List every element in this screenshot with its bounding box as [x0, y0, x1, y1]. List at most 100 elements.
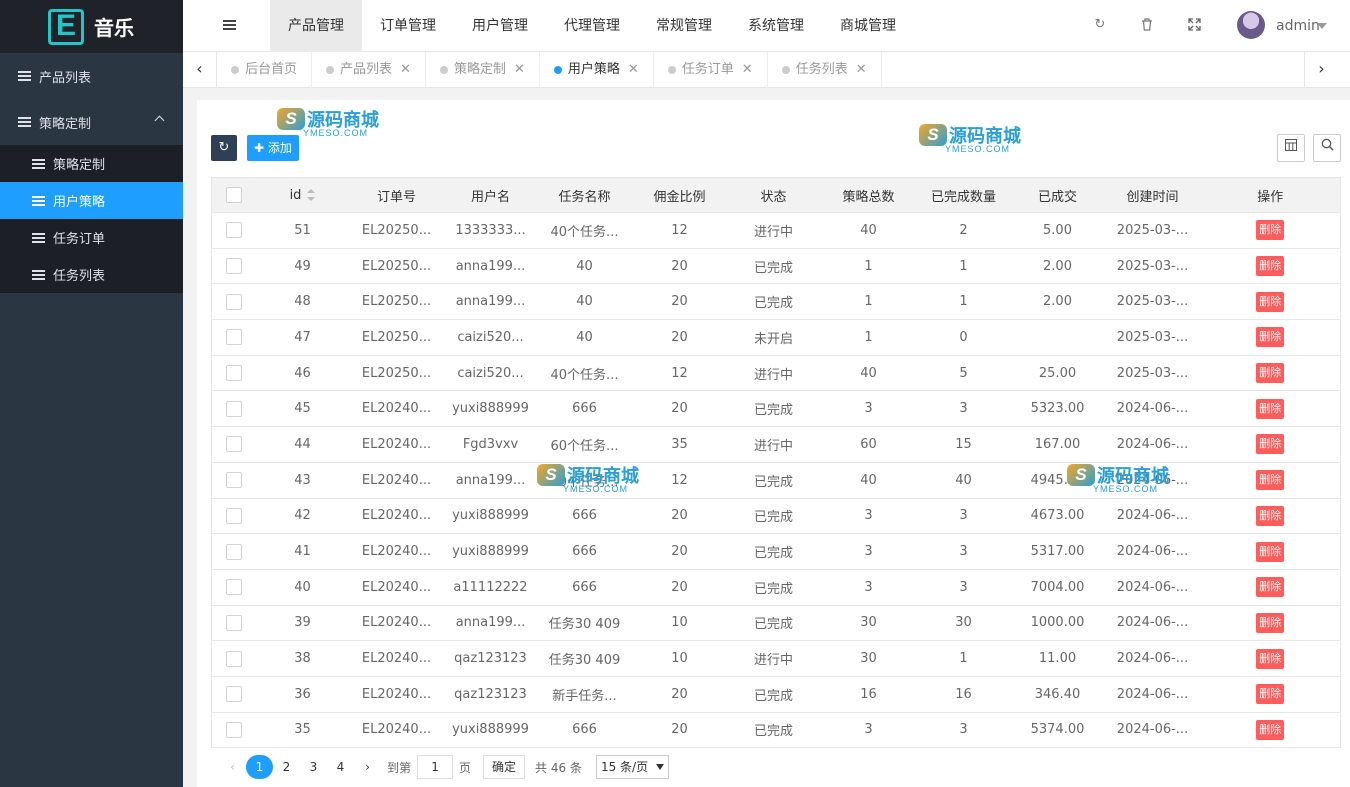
- close-icon[interactable]: ✕: [400, 52, 411, 88]
- top-nav-item[interactable]: 订单管理: [362, 0, 454, 52]
- user-name[interactable]: admin: [1276, 18, 1320, 34]
- table-cell: 16: [820, 676, 917, 713]
- table-cell: 167.00: [1010, 426, 1105, 463]
- table-cell: 2024-06-...: [1104, 533, 1201, 570]
- row-checkbox[interactable]: [226, 329, 243, 346]
- close-icon[interactable]: ✕: [742, 52, 753, 88]
- top-nav-item[interactable]: 代理管理: [546, 0, 638, 52]
- sidebar-item-product-list[interactable]: 产品列表: [0, 53, 183, 99]
- fullscreen-icon[interactable]: [1187, 18, 1201, 32]
- delete-button[interactable]: 删除: [1256, 434, 1285, 455]
- table-cell: EL20250...: [348, 319, 445, 356]
- per-page-select[interactable]: 15 条/页: [595, 755, 670, 779]
- tab-task-orders[interactable]: 任务订单 ✕: [654, 52, 768, 88]
- delete-button[interactable]: 删除: [1256, 541, 1285, 562]
- table-cell: 任务30 409: [536, 640, 633, 677]
- table-cell: 已完成: [726, 533, 821, 570]
- close-icon[interactable]: ✕: [514, 52, 525, 88]
- actions-cell: 删除: [1200, 712, 1341, 749]
- row-checkbox[interactable]: [226, 543, 243, 560]
- row-checkbox[interactable]: [226, 686, 243, 703]
- menu-toggle-icon[interactable]: [223, 20, 236, 22]
- top-nav-item[interactable]: 系统管理: [730, 0, 822, 52]
- column-header: 创建时间: [1104, 177, 1201, 213]
- row-checkbox[interactable]: [226, 258, 243, 275]
- delete-button[interactable]: 删除: [1256, 327, 1285, 348]
- tabs-scroll-left-icon[interactable]: ‹: [183, 52, 217, 88]
- delete-button[interactable]: 删除: [1256, 648, 1285, 669]
- sidebar-item-strategy[interactable]: 策略定制: [0, 99, 183, 145]
- refresh-button[interactable]: ↻: [211, 135, 237, 161]
- row-select-cell: [211, 605, 257, 642]
- table-cell: 2025-03-...: [1104, 248, 1201, 285]
- user-avatar[interactable]: [1237, 11, 1265, 39]
- prev-page-icon[interactable]: ‹: [219, 755, 246, 779]
- row-checkbox[interactable]: [226, 472, 243, 489]
- delete-button[interactable]: 删除: [1256, 612, 1285, 633]
- sidebar-subitem-user-strategy[interactable]: 用户策略: [0, 182, 183, 219]
- add-button[interactable]: ✚ 添加: [247, 135, 299, 161]
- row-checkbox[interactable]: [226, 579, 243, 596]
- table-cell: 60: [820, 426, 917, 463]
- delete-button[interactable]: 删除: [1256, 684, 1285, 705]
- delete-button[interactable]: 删除: [1256, 256, 1285, 277]
- refresh-icon[interactable]: ↻: [1093, 18, 1107, 32]
- row-checkbox[interactable]: [226, 436, 243, 453]
- goto-page-input[interactable]: 1: [417, 755, 454, 779]
- tab-product-list[interactable]: 产品列表 ✕: [312, 52, 426, 88]
- delete-button[interactable]: 删除: [1256, 505, 1285, 526]
- search-icon[interactable]: [1313, 134, 1341, 162]
- goto-confirm-button[interactable]: 确定: [483, 755, 526, 779]
- page-link[interactable]: 3: [300, 755, 327, 779]
- sidebar-subitem-strategy-custom[interactable]: 策略定制: [0, 145, 183, 182]
- row-checkbox[interactable]: [226, 721, 243, 738]
- delete-button[interactable]: 删除: [1256, 291, 1285, 312]
- table-cell: EL20250...: [348, 283, 445, 321]
- tabs-scroll-right-icon[interactable]: ›: [1304, 52, 1338, 88]
- tab-user-strategy[interactable]: 用户策略 ✕: [540, 52, 654, 88]
- sidebar-item-label: 策略定制: [39, 116, 92, 132]
- tab-task-list[interactable]: 任务列表 ✕: [768, 52, 882, 88]
- columns-icon[interactable]: [1277, 134, 1305, 162]
- next-page-icon[interactable]: ›: [354, 755, 381, 779]
- sidebar-subitem-task-orders[interactable]: 任务订单: [0, 219, 183, 256]
- row-checkbox[interactable]: [226, 365, 243, 382]
- delete-button[interactable]: 删除: [1256, 577, 1285, 598]
- column-header: 订单号: [348, 177, 445, 213]
- row-checkbox[interactable]: [226, 293, 243, 310]
- page-link[interactable]: 1: [246, 755, 273, 779]
- delete-button[interactable]: 删除: [1256, 470, 1285, 491]
- page-link[interactable]: 4: [327, 755, 354, 779]
- row-checkbox[interactable]: [226, 400, 243, 417]
- column-header-id[interactable]: id: [256, 177, 349, 213]
- table-cell: 1: [916, 640, 1011, 677]
- row-checkbox[interactable]: [226, 650, 243, 667]
- row-checkbox[interactable]: [226, 614, 243, 631]
- close-icon[interactable]: ✕: [628, 52, 639, 88]
- delete-button[interactable]: 删除: [1256, 220, 1285, 241]
- sort-icon[interactable]: [307, 189, 316, 201]
- caret-down-icon[interactable]: [1317, 23, 1327, 29]
- select-all-checkbox[interactable]: [226, 187, 243, 203]
- top-nav-item[interactable]: 产品管理: [270, 0, 362, 52]
- actions-cell: 删除: [1200, 533, 1341, 570]
- actions-cell: 删除: [1200, 640, 1341, 677]
- row-checkbox[interactable]: [226, 222, 243, 239]
- table-cell: 2025-03-...: [1104, 319, 1201, 356]
- delete-button[interactable]: 删除: [1256, 363, 1285, 384]
- page-link[interactable]: 2: [273, 755, 300, 779]
- table-cell: EL20250...: [348, 212, 445, 249]
- top-nav-item[interactable]: 商城管理: [822, 0, 914, 52]
- table-cell: 已完成: [726, 248, 821, 285]
- top-nav-item[interactable]: 常规管理: [638, 0, 730, 52]
- table-row: 41 EL20240... yuxi888999 666 20 已完成 3 3 5317.00 2…: [211, 533, 1341, 570]
- sidebar-subitem-task-list[interactable]: 任务列表: [0, 256, 183, 293]
- top-nav-item[interactable]: 用户管理: [454, 0, 546, 52]
- delete-button[interactable]: 删除: [1256, 398, 1285, 419]
- trash-icon[interactable]: [1140, 18, 1154, 32]
- delete-button[interactable]: 删除: [1256, 719, 1285, 740]
- tab-home[interactable]: 后台首页: [217, 52, 313, 88]
- row-checkbox[interactable]: [226, 507, 243, 524]
- close-icon[interactable]: ✕: [856, 52, 867, 88]
- tab-strategy-custom[interactable]: 策略定制 ✕: [426, 52, 540, 88]
